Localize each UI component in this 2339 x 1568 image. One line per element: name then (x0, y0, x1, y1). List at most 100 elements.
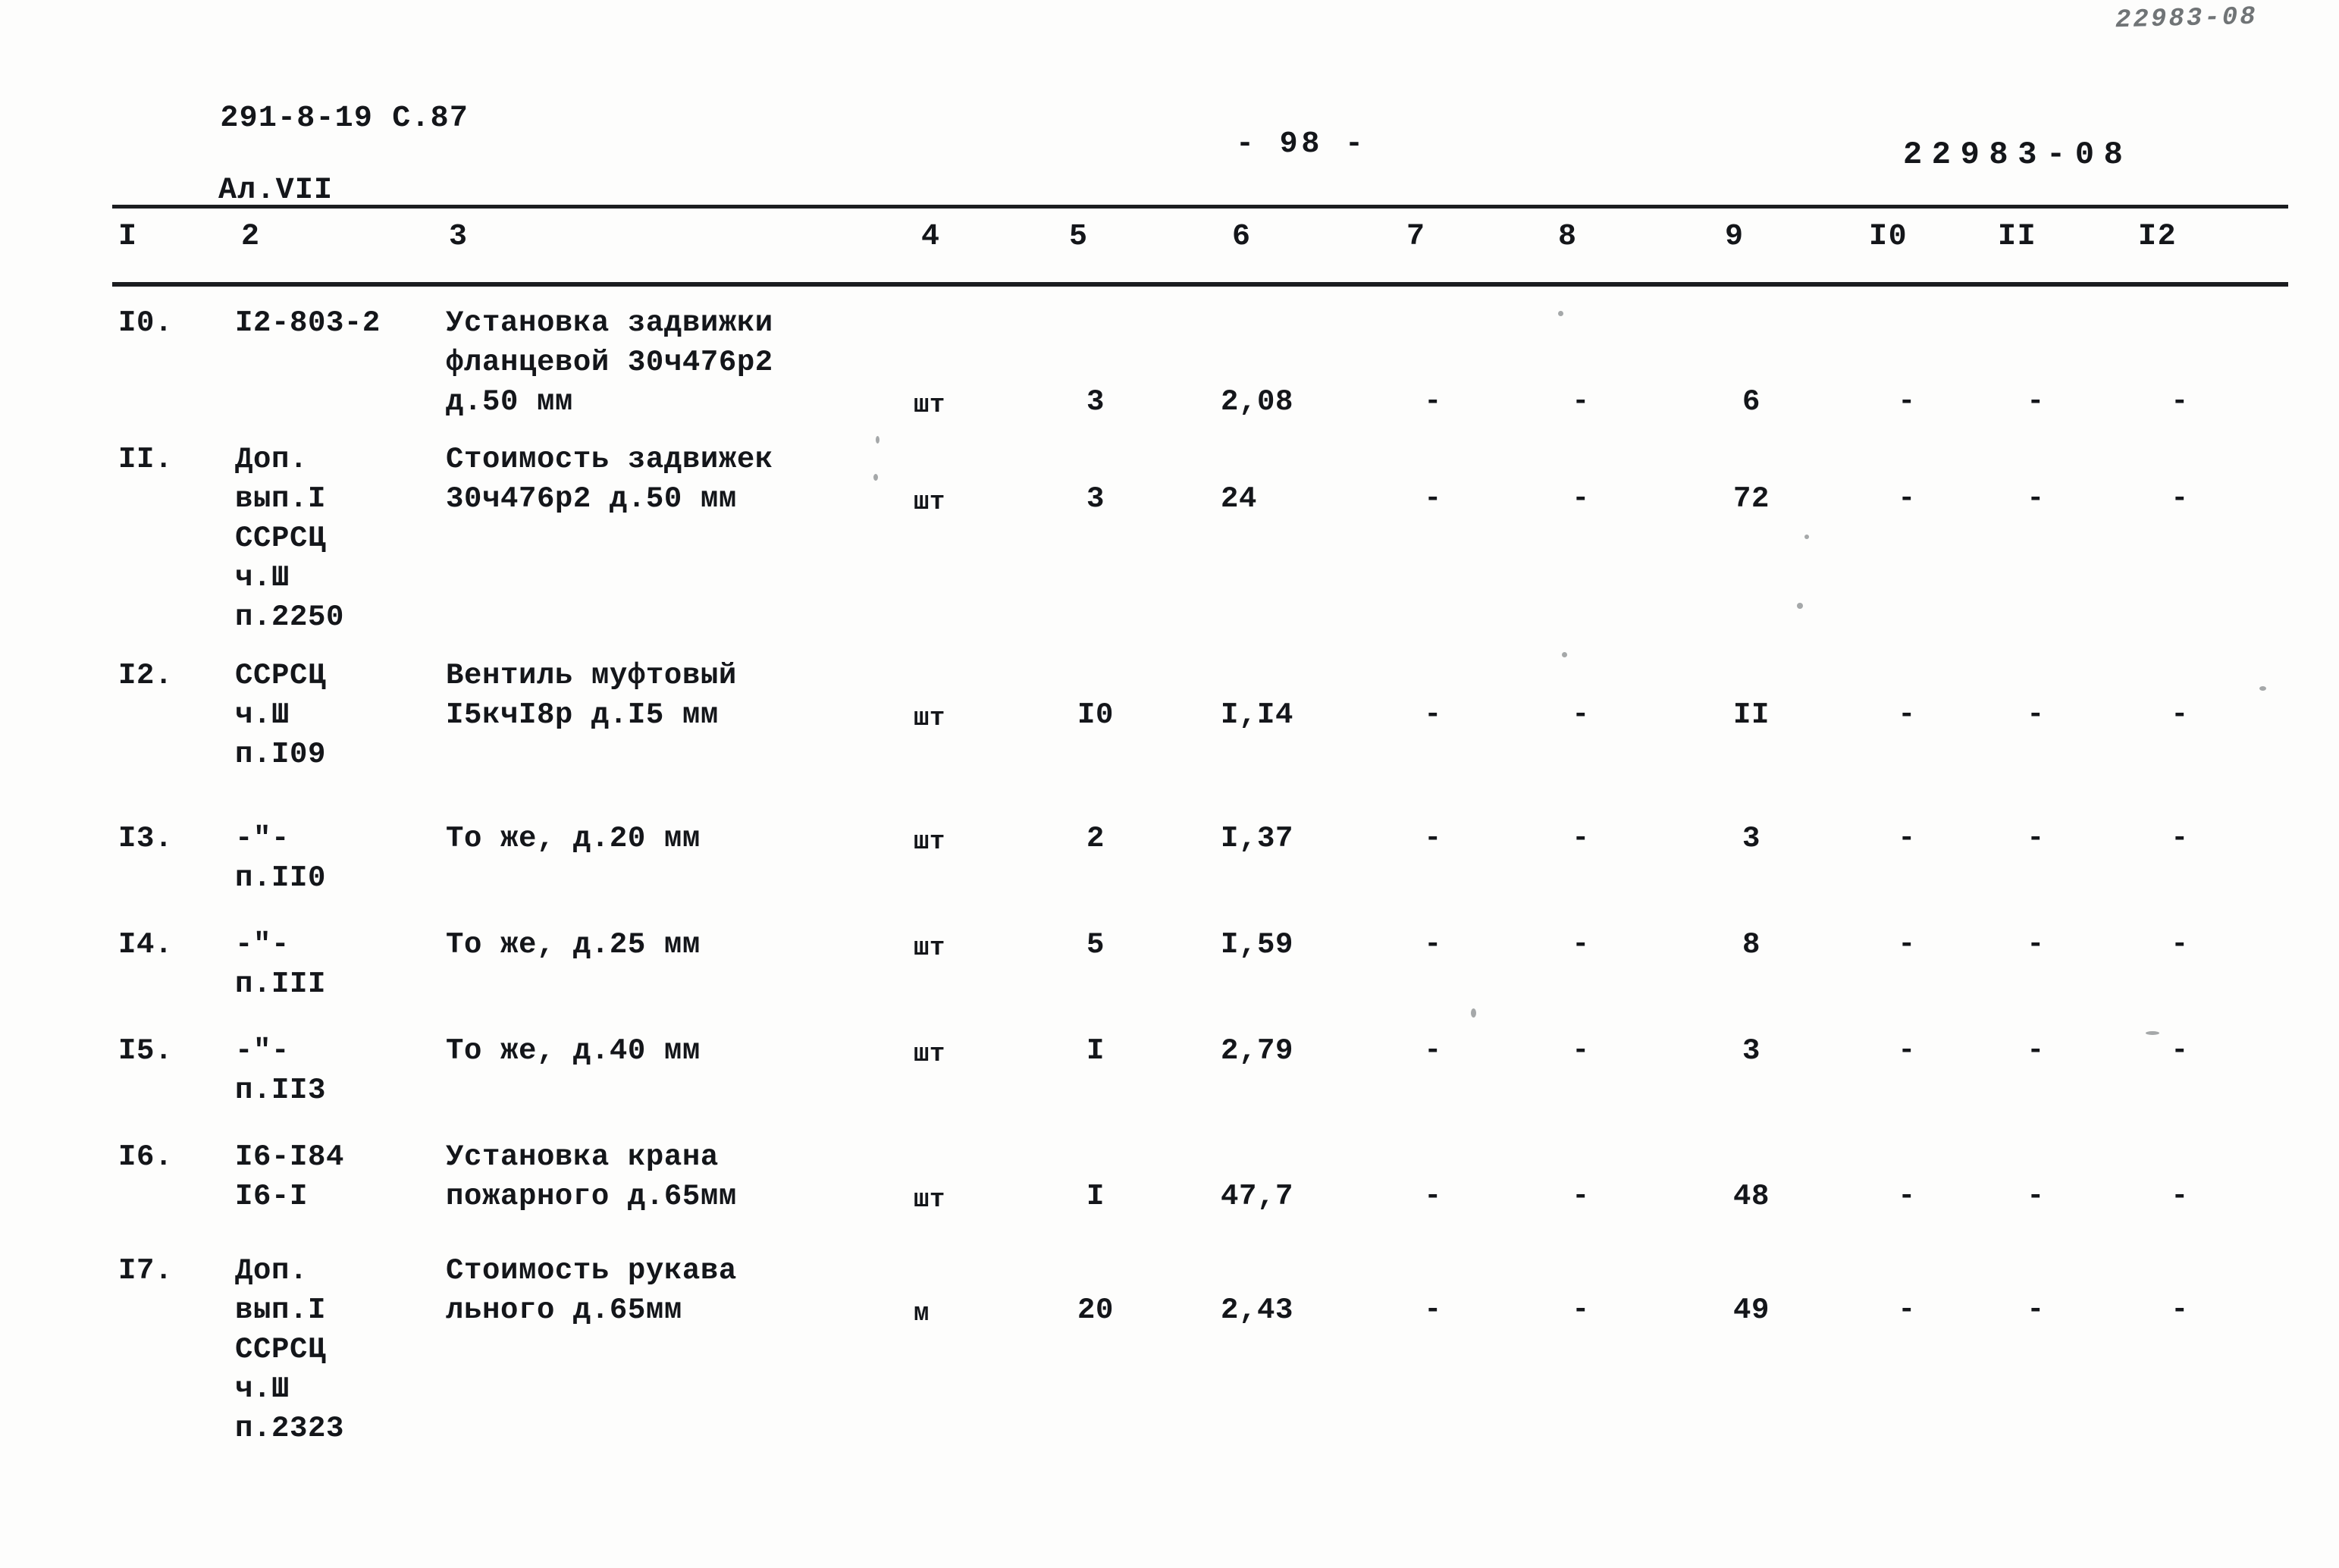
row-code-line: Доп. (235, 443, 308, 476)
row-col6: 2,08 (1221, 385, 1293, 419)
row-quantity: 3 (1086, 385, 1105, 419)
table-row: I0. I2-803-2 Установка задвижки фланцевой 3… (0, 303, 2339, 420)
scan-speck (873, 474, 878, 481)
scan-speck (1471, 1008, 1476, 1018)
row-col11: - (2027, 482, 2045, 515)
row-col8: - (1572, 822, 1590, 855)
row-col8: - (1572, 482, 1590, 515)
row-description-line: Стоимость рукава (446, 1254, 737, 1287)
row-quantity: 20 (1077, 1294, 1114, 1327)
row-description-line: Установка крана (446, 1140, 719, 1174)
row-description-line: То же, д.20 мм (446, 822, 701, 855)
row-col8: - (1572, 1294, 1590, 1326)
table-row: I5. -"- п.II3 То же, д.40 мм шт I 2,79 - - 3 - - - (0, 1031, 2339, 1107)
row-code: -"- п.II3 (235, 1031, 425, 1110)
row-code: I6-I84 I6-I (235, 1137, 425, 1216)
scan-speck (1804, 535, 1809, 539)
scan-speck (2259, 686, 2266, 691)
row-description: То же, д.40 мм (446, 1031, 931, 1071)
row-col8: - (1572, 698, 1590, 731)
row-number: I4. (118, 928, 173, 961)
row-description-line: I5кчI8р д.I5 мм (446, 698, 719, 732)
column-header-5: 5 (1069, 220, 1089, 254)
row-quantity: I0 (1077, 698, 1114, 732)
row-code-line: Доп. (235, 1254, 308, 1287)
row-col9: 48 (1733, 1180, 1770, 1213)
row-col10: - (1898, 1034, 1916, 1067)
row-number: I2. (118, 659, 173, 692)
row-code-line: -"- (235, 822, 290, 855)
row-code-line: -"- (235, 1034, 290, 1068)
row-col7: - (1424, 822, 1442, 855)
table-row: I4. -"- п.III То же, д.25 мм шт 5 I,59 - - 8 - - - (0, 925, 2339, 1001)
row-col9: 6 (1742, 385, 1761, 419)
row-code-line: п.2323 (235, 1412, 344, 1445)
row-col12: - (2171, 698, 2189, 731)
row-number: I6. (118, 1140, 173, 1174)
row-code-line: ч.Ш (235, 1372, 290, 1406)
row-col6: 2,79 (1221, 1034, 1293, 1068)
row-code-line: ССРСЦ (235, 1333, 326, 1366)
column-header-10: I0 (1869, 220, 1908, 254)
row-col7: - (1424, 385, 1442, 418)
row-col10: - (1898, 822, 1916, 855)
table-top-rule (112, 205, 2288, 209)
row-col12: - (2171, 1034, 2189, 1067)
row-number: I5. (118, 1034, 173, 1068)
row-description: То же, д.25 мм (446, 925, 931, 964)
row-col11: - (2027, 1294, 2045, 1326)
row-quantity: I (1086, 1180, 1105, 1213)
document-reference-line2: Ал.VII (218, 173, 334, 208)
column-header-3: 3 (449, 220, 469, 254)
row-unit: шт (914, 704, 945, 733)
row-quantity: 5 (1086, 928, 1105, 961)
row-col7: - (1424, 1034, 1442, 1067)
row-code-line: I6-I84 (235, 1140, 344, 1174)
row-col10: - (1898, 698, 1916, 731)
table-row: I2. ССРСЦ ч.Ш п.I09 Вентиль муфтовый I5кчI8р … (0, 656, 2339, 771)
row-code-line: I2-803-2 (235, 306, 381, 340)
row-number: I0. (118, 306, 173, 340)
row-description-line: 30ч476р2 д.50 мм (446, 482, 737, 516)
column-header-2: 2 (241, 220, 261, 254)
row-col9: 3 (1742, 822, 1761, 855)
row-col12: - (2171, 928, 2189, 961)
row-code-line: -"- (235, 928, 290, 961)
row-number: I7. (118, 1254, 173, 1287)
row-col8: - (1572, 1034, 1590, 1067)
row-col12: - (2171, 1294, 2189, 1326)
row-col11: - (2027, 1034, 2045, 1067)
row-col9: 49 (1733, 1294, 1770, 1327)
row-description: Стоимость рукава льного д.65мм (446, 1251, 931, 1330)
row-description-line: То же, д.25 мм (446, 928, 701, 961)
row-description-line: фланцевой 30ч476р2 (446, 346, 773, 379)
row-col10: - (1898, 1294, 1916, 1326)
row-code-line: вып.I (235, 1294, 326, 1327)
scan-speck (1558, 311, 1563, 316)
row-col6: I,59 (1221, 928, 1293, 961)
row-col6: 24 (1221, 482, 1257, 516)
row-code-line: п.II3 (235, 1074, 326, 1107)
row-quantity: 2 (1086, 822, 1105, 855)
scan-speck (2146, 1031, 2159, 1035)
row-code: -"- п.II0 (235, 819, 425, 898)
row-col10: - (1898, 1180, 1916, 1212)
row-code-line: I6-I (235, 1180, 308, 1213)
row-col7: - (1424, 1180, 1442, 1212)
row-col10: - (1898, 482, 1916, 515)
row-col9: 8 (1742, 928, 1761, 961)
column-header-12: I2 (2138, 220, 2178, 254)
scan-speck (876, 436, 879, 444)
row-unit: шт (914, 828, 945, 857)
row-description: Установка крана пожарного д.65мм (446, 1137, 931, 1216)
row-code-line: п.I09 (235, 738, 326, 771)
row-col10: - (1898, 928, 1916, 961)
row-code-line: вып.I (235, 482, 326, 516)
row-description: Стоимость задвижек 30ч476р2 д.50 мм (446, 440, 931, 519)
row-quantity: 3 (1086, 482, 1105, 516)
row-col7: - (1424, 482, 1442, 515)
row-description: То же, д.20 мм (446, 819, 931, 858)
row-col11: - (2027, 385, 2045, 418)
row-col9: 72 (1733, 482, 1770, 516)
column-header-8: 8 (1558, 220, 1578, 254)
